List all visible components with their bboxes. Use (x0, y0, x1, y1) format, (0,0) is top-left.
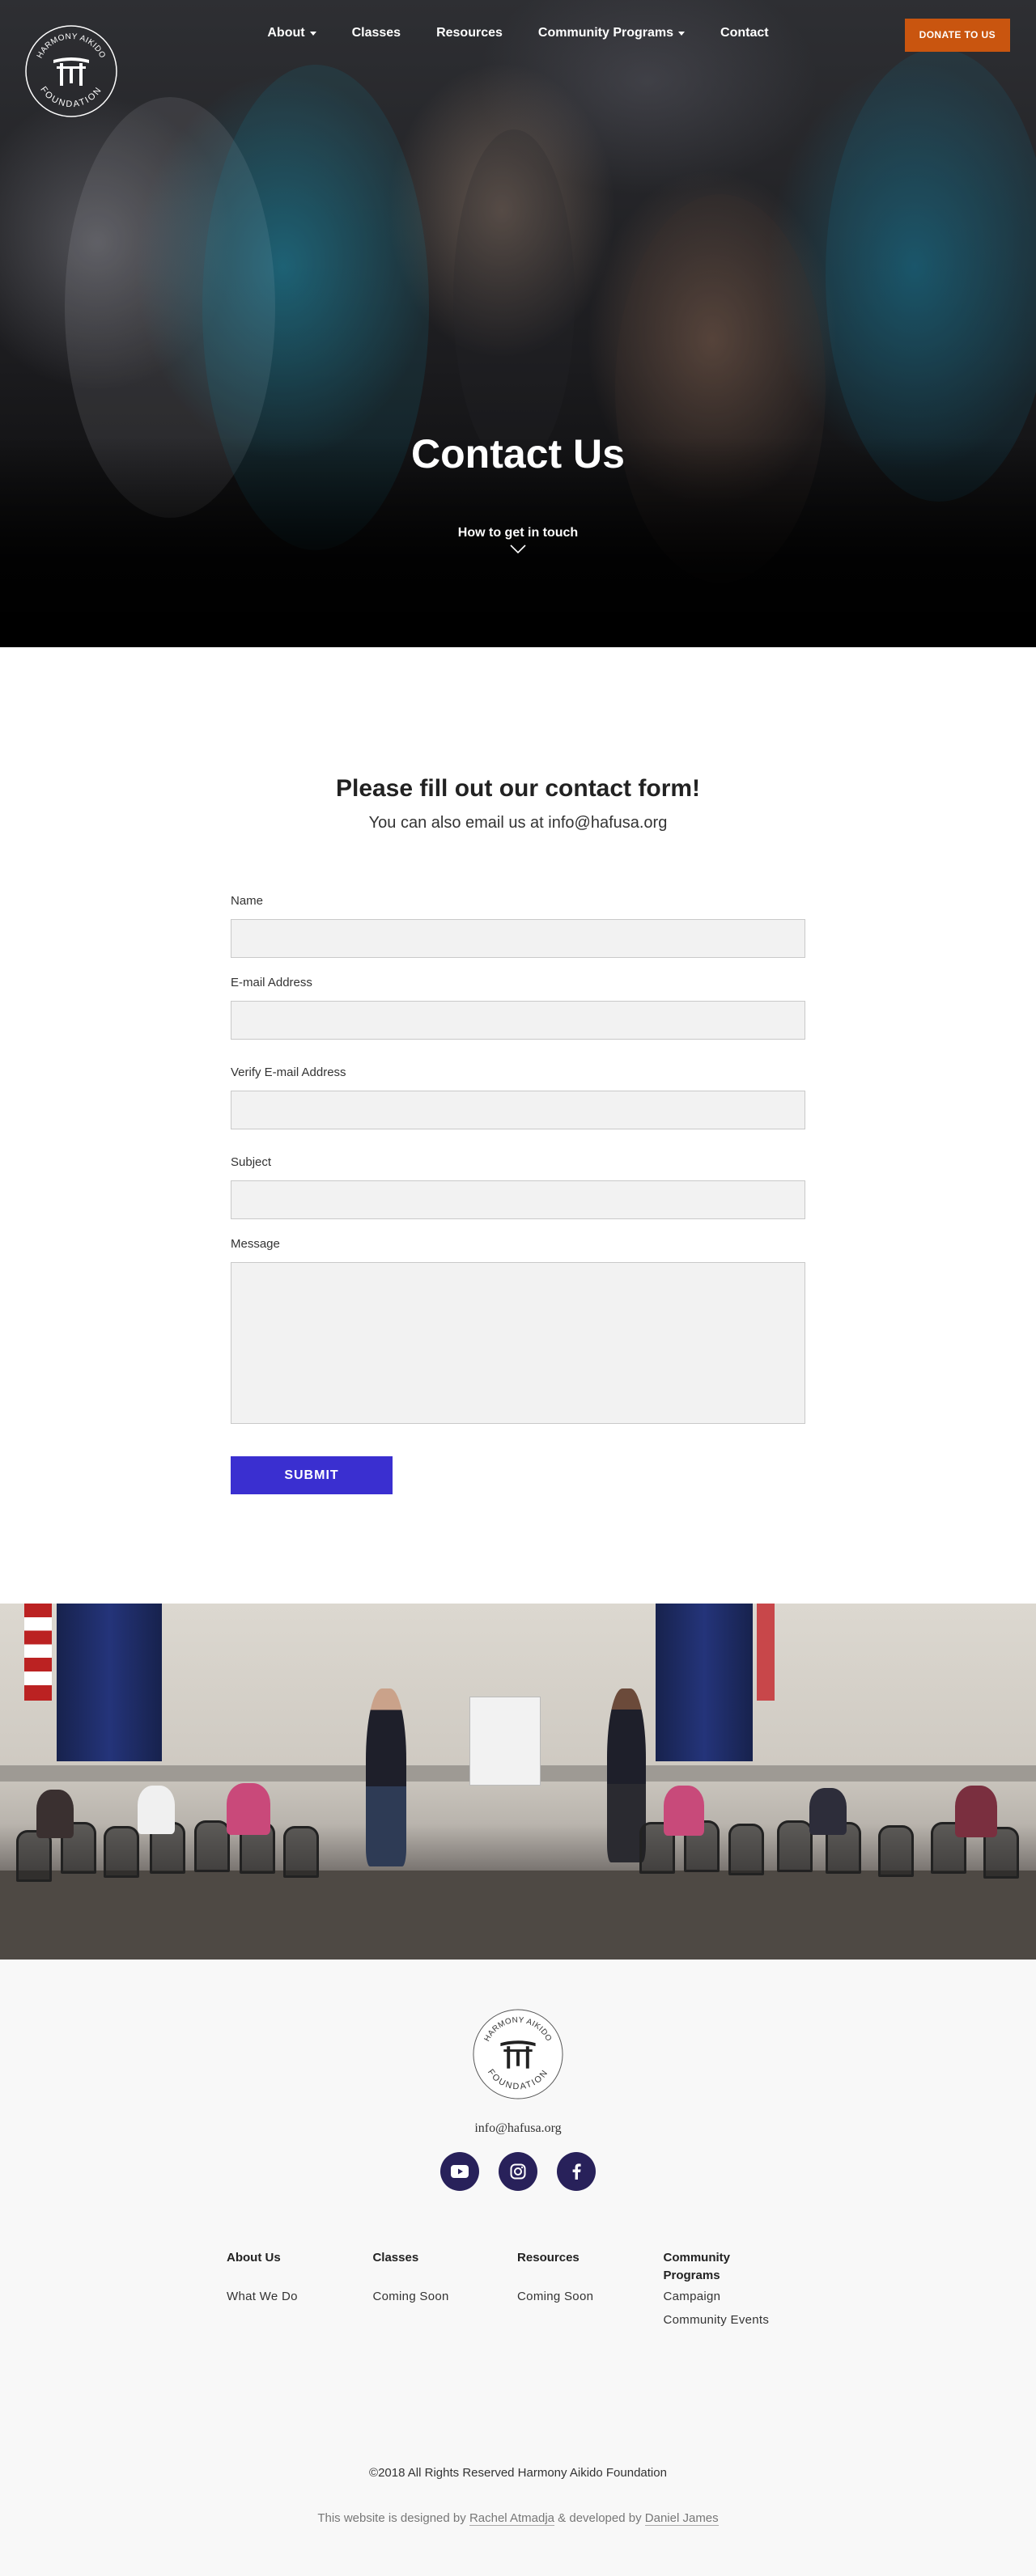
svg-text:FOUNDATION: FOUNDATION (38, 85, 104, 109)
caret-down-icon (309, 31, 316, 36)
footer-column-resources: Resources Coming Soon (517, 2249, 663, 2327)
nav-label: Resources (436, 26, 503, 40)
footer-email[interactable]: info@hafusa.org (0, 2121, 1036, 2136)
photo-student (36, 1790, 74, 1838)
contact-form: Name E-mail Address Verify E-mail Addres… (231, 894, 805, 1494)
footer-link[interactable]: Coming Soon (517, 2290, 663, 2303)
contact-form-section: Please fill out our contact form! You ca… (0, 647, 1036, 1604)
youtube-icon (451, 2165, 469, 2178)
footer-link[interactable]: Campaign (664, 2290, 809, 2303)
credit-dev: developed by (569, 2511, 642, 2525)
email-label: E-mail Address (231, 976, 312, 989)
caret-down-icon (678, 31, 686, 36)
photo-student (138, 1786, 175, 1834)
nav-label: Contact (720, 26, 769, 40)
nav-item-community-programs[interactable]: Community Programs (520, 26, 703, 40)
instagram-link[interactable] (499, 2152, 537, 2191)
footer-link[interactable]: What We Do (227, 2290, 372, 2303)
photo-student (664, 1786, 704, 1836)
footer-column-community-programs: Community Programs Campaign Community Ev… (664, 2249, 809, 2327)
hero-section: HARMONY AIKIDO FOUNDATION About Classes … (0, 0, 1036, 647)
photo-curtain (57, 1604, 162, 1761)
photo-easel (469, 1697, 541, 1786)
donate-button[interactable]: DONATE TO US (904, 19, 1010, 52)
torii-gate-icon: HARMONY AIKIDO FOUNDATION (473, 2009, 563, 2099)
photo-instructor (366, 1688, 406, 1866)
hero-subtitle[interactable]: How to get in touch (0, 526, 1036, 540)
chevron-down-icon[interactable] (509, 544, 527, 555)
facebook-link[interactable] (557, 2152, 596, 2191)
footer-column-about: About Us What We Do (227, 2249, 372, 2327)
footer-link[interactable]: Community Events (664, 2313, 809, 2327)
photo-student (955, 1786, 997, 1837)
social-links (0, 2152, 1036, 2191)
nav-item-contact[interactable]: Contact (703, 26, 787, 40)
site-credit: This website is designed by Rachel Atmad… (0, 2511, 1036, 2526)
nav-item-resources[interactable]: Resources (418, 26, 520, 40)
nav-label: Classes (351, 26, 401, 40)
main-nav: About Classes Resources Community Progra… (0, 26, 1036, 40)
flag (757, 1604, 775, 1701)
youtube-link[interactable] (440, 2152, 479, 2191)
photo-floor (0, 1871, 1036, 1960)
site-footer: HARMONY AIKIDO FOUNDATION info@hafusa.or… (0, 1960, 1036, 2576)
photo-student (227, 1783, 270, 1835)
credit-prefix: This website is designed by (317, 2511, 466, 2525)
name-label: Name (231, 894, 264, 908)
hero-photo-figure (202, 65, 429, 550)
footer-column-title[interactable]: About Us (227, 2249, 372, 2285)
form-subtitle: You can also email us at info@hafusa.org (368, 814, 668, 832)
footer-column-title[interactable]: Community Programs (664, 2249, 745, 2285)
copyright: ©2018 All Rights Reserved Harmony Aikido… (369, 2466, 667, 2480)
message-field[interactable] (231, 1262, 805, 1424)
page-title: Contact Us (411, 431, 625, 477)
photo-curtain (656, 1604, 753, 1761)
facebook-icon (572, 2163, 581, 2180)
nav-label: About (267, 26, 305, 40)
photo-chair (104, 1826, 139, 1878)
name-field[interactable] (231, 919, 805, 958)
developer-link[interactable]: Daniel James (644, 2511, 719, 2526)
hero-photo-figure (615, 194, 826, 583)
verify-email-label: Verify E-mail Address (231, 1066, 346, 1079)
footer-logo[interactable]: HARMONY AIKIDO FOUNDATION (472, 2008, 564, 2100)
photo-chair (777, 1820, 813, 1872)
footer-column-classes: Classes Coming Soon (372, 2249, 517, 2327)
photo-chair (728, 1824, 764, 1875)
classroom-photo (0, 1604, 1036, 1960)
photo-chair (878, 1825, 914, 1877)
credit-ampersand: & (558, 2511, 567, 2525)
subject-field[interactable] (231, 1180, 805, 1219)
flag (24, 1604, 52, 1701)
nav-item-about[interactable]: About (249, 26, 333, 40)
footer-column-title[interactable]: Classes (372, 2249, 517, 2285)
email-field[interactable] (231, 1001, 805, 1040)
nav-item-classes[interactable]: Classes (334, 26, 419, 40)
hero-photo-figure (453, 129, 575, 469)
photo-chair (194, 1820, 230, 1872)
designer-link[interactable]: Rachel Atmadja (469, 2511, 554, 2526)
instagram-icon (510, 2163, 526, 2180)
message-label: Message (231, 1237, 280, 1251)
verify-email-field[interactable] (231, 1091, 805, 1129)
form-title: Please fill out our contact form! (335, 775, 701, 802)
nav-label: Community Programs (537, 26, 674, 40)
footer-column-title[interactable]: Resources (517, 2249, 663, 2285)
subject-label: Subject (231, 1155, 272, 1169)
photo-student (809, 1788, 847, 1835)
footer-columns: About Us What We Do Classes Coming Soon … (227, 2249, 809, 2327)
submit-button[interactable]: SUBMIT (231, 1456, 393, 1494)
photo-chair (283, 1826, 319, 1878)
footer-link[interactable]: Coming Soon (372, 2290, 517, 2303)
